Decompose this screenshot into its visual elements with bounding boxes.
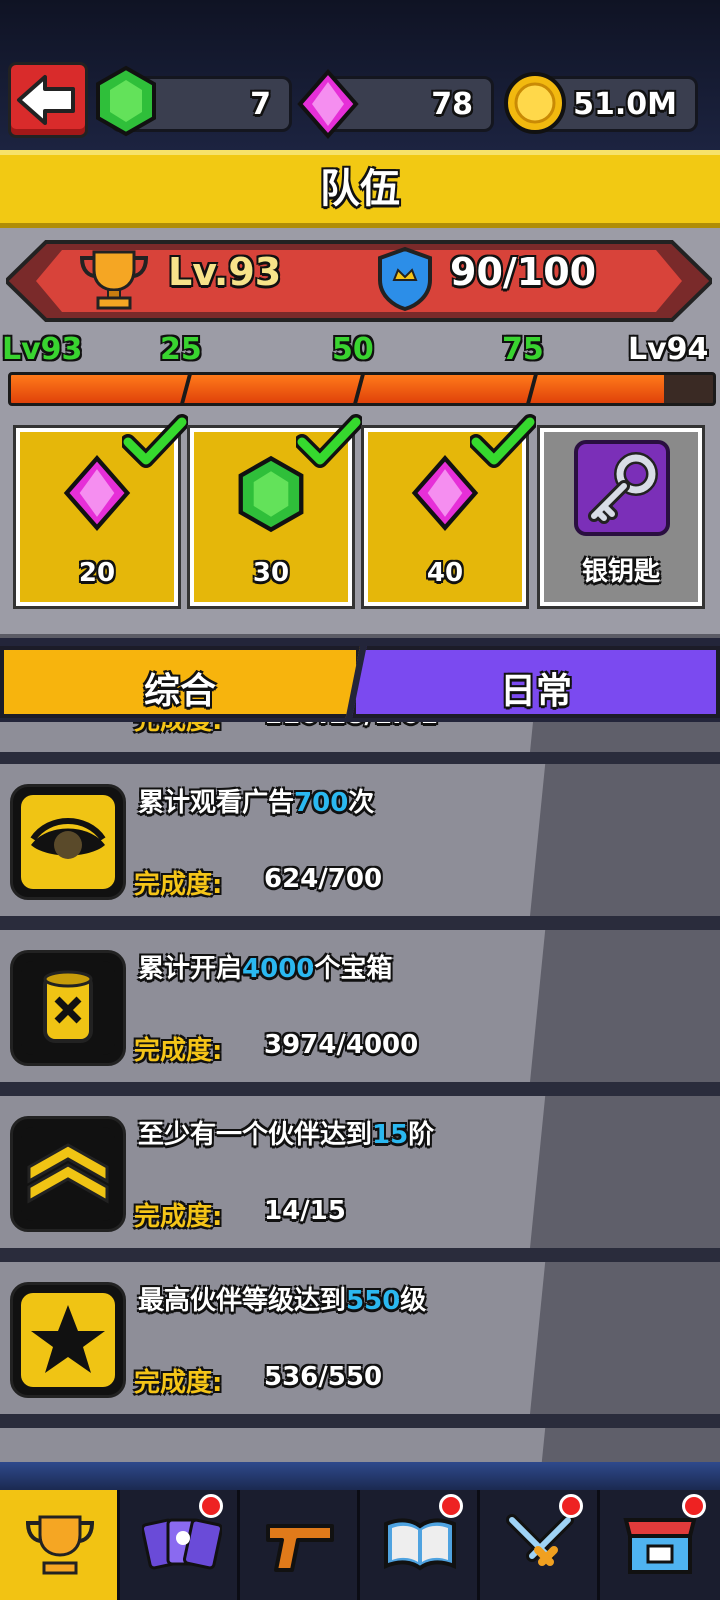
task-claim-area[interactable] — [530, 1262, 720, 1414]
task-progress-value: 14/15 — [264, 1196, 346, 1226]
milestone-start: Lv93 — [2, 332, 83, 367]
task-row[interactable]: 累计开启4000个宝箱 完成度: 3974/4000 — [0, 930, 720, 1086]
task-row[interactable]: 最高伙伴等级达到550级 完成度: 536/550 — [0, 1262, 720, 1418]
swords-icon — [506, 1514, 574, 1566]
task-list[interactable]: 完成度: 110.18/1.01 累计观看广告700次 完成度: 624/700 — [0, 722, 720, 1462]
tab-daily-label: 日常 — [499, 671, 572, 712]
notification-dot — [682, 1494, 706, 1518]
team-level: Lv.93 — [168, 250, 282, 294]
task-progress-value: 110.18/1.01 — [264, 722, 438, 730]
pink-gem-icon — [297, 68, 359, 140]
title-banner: 队伍 — [0, 150, 720, 228]
task-title: 累计开启4000个宝箱 — [138, 954, 393, 984]
nav-shop[interactable] — [600, 1490, 720, 1600]
milestone-50: 50 — [332, 332, 374, 367]
emerald-icon — [96, 65, 156, 137]
task-row[interactable]: 累计观看广告700次 完成度: 624/700 — [0, 764, 720, 920]
team-progress-bar — [8, 372, 716, 406]
star-icon — [10, 1282, 126, 1398]
back-button[interactable] — [8, 62, 88, 138]
check-icon — [470, 414, 536, 468]
tab-general[interactable]: 综合 — [0, 646, 360, 718]
task-claim-area[interactable] — [530, 764, 720, 916]
reward-amount: 20 — [78, 558, 116, 588]
silver-key-icon — [574, 440, 670, 536]
reward-amount: 30 — [252, 558, 290, 588]
rank-chevron-icon — [10, 1116, 126, 1232]
eye-icon — [10, 784, 126, 900]
task-row[interactable]: 至少有一个伙伴达到15阶 完成度: 14/15 — [0, 1096, 720, 1252]
check-icon — [296, 414, 362, 468]
task-title: 至少有一个伙伴达到15阶 — [138, 1120, 435, 1150]
reward-card-4[interactable]: 银钥匙 — [537, 425, 705, 609]
team-exp: 90/100 — [450, 250, 597, 294]
task-claim-area[interactable] — [530, 930, 720, 1082]
task-row[interactable]: 完成度: 110.18/1.01 — [0, 722, 720, 756]
task-progress-value: 536/550 — [264, 1362, 383, 1392]
shield-crown-icon — [378, 246, 432, 312]
notification-dot — [439, 1494, 463, 1518]
task-progress-label: 完成度: — [134, 870, 223, 900]
reward-amount: 40 — [426, 558, 464, 588]
emerald-value: 7 — [250, 87, 271, 122]
notification-dot — [559, 1494, 583, 1518]
nav-battle[interactable] — [480, 1490, 600, 1600]
nav-book[interactable] — [360, 1490, 480, 1600]
notification-dot — [199, 1494, 223, 1518]
page-title: 队伍 — [320, 166, 400, 212]
task-claim-area[interactable] — [530, 1428, 720, 1462]
tab-general-label: 综合 — [143, 671, 216, 712]
tab-daily[interactable]: 日常 — [352, 646, 720, 718]
task-progress-label: 完成度: — [134, 722, 222, 737]
reward-card-1[interactable]: 20 — [13, 414, 188, 609]
task-progress-value: 3974/4000 — [264, 1030, 419, 1060]
gold-coin-icon — [504, 72, 566, 134]
task-progress-label: 完成度: — [134, 1036, 223, 1066]
trophy-icon — [25, 1515, 95, 1575]
milestone-75: 75 — [502, 332, 544, 367]
book-icon — [384, 1518, 456, 1571]
nav-weapon[interactable] — [240, 1490, 360, 1600]
nav-trophy[interactable] — [0, 1490, 120, 1600]
cards-icon — [142, 1518, 222, 1570]
gold-value: 51.0M — [573, 87, 677, 122]
gem-value: 78 — [431, 87, 473, 122]
shop-icon — [623, 1518, 697, 1574]
milestone-25: 25 — [160, 332, 202, 367]
pistol-icon — [266, 1524, 334, 1572]
trophy-icon — [79, 250, 149, 310]
reward-card-2[interactable]: 30 — [187, 414, 362, 609]
team-progress-fill — [11, 375, 664, 403]
nav-cards[interactable] — [120, 1490, 240, 1600]
reward-card-3[interactable]: 40 — [361, 414, 536, 609]
check-icon — [122, 414, 188, 468]
task-title: 累计观看广告700次 — [138, 788, 375, 818]
task-progress-label: 完成度: — [134, 1368, 223, 1398]
task-claim-area[interactable] — [530, 1096, 720, 1248]
back-arrow-icon — [17, 75, 75, 125]
task-row[interactable] — [0, 1428, 720, 1462]
task-title: 最高伙伴等级达到550级 — [138, 1286, 427, 1316]
task-tabs: 综合 日常 — [0, 646, 720, 718]
task-progress-value: 624/700 — [264, 864, 383, 894]
milestone-end: Lv94 — [628, 332, 709, 367]
task-progress-label: 完成度: — [134, 1202, 223, 1232]
task-claim-area[interactable] — [530, 722, 720, 752]
reward-amount: 银钥匙 — [581, 557, 660, 587]
barrel-icon — [10, 950, 126, 1066]
